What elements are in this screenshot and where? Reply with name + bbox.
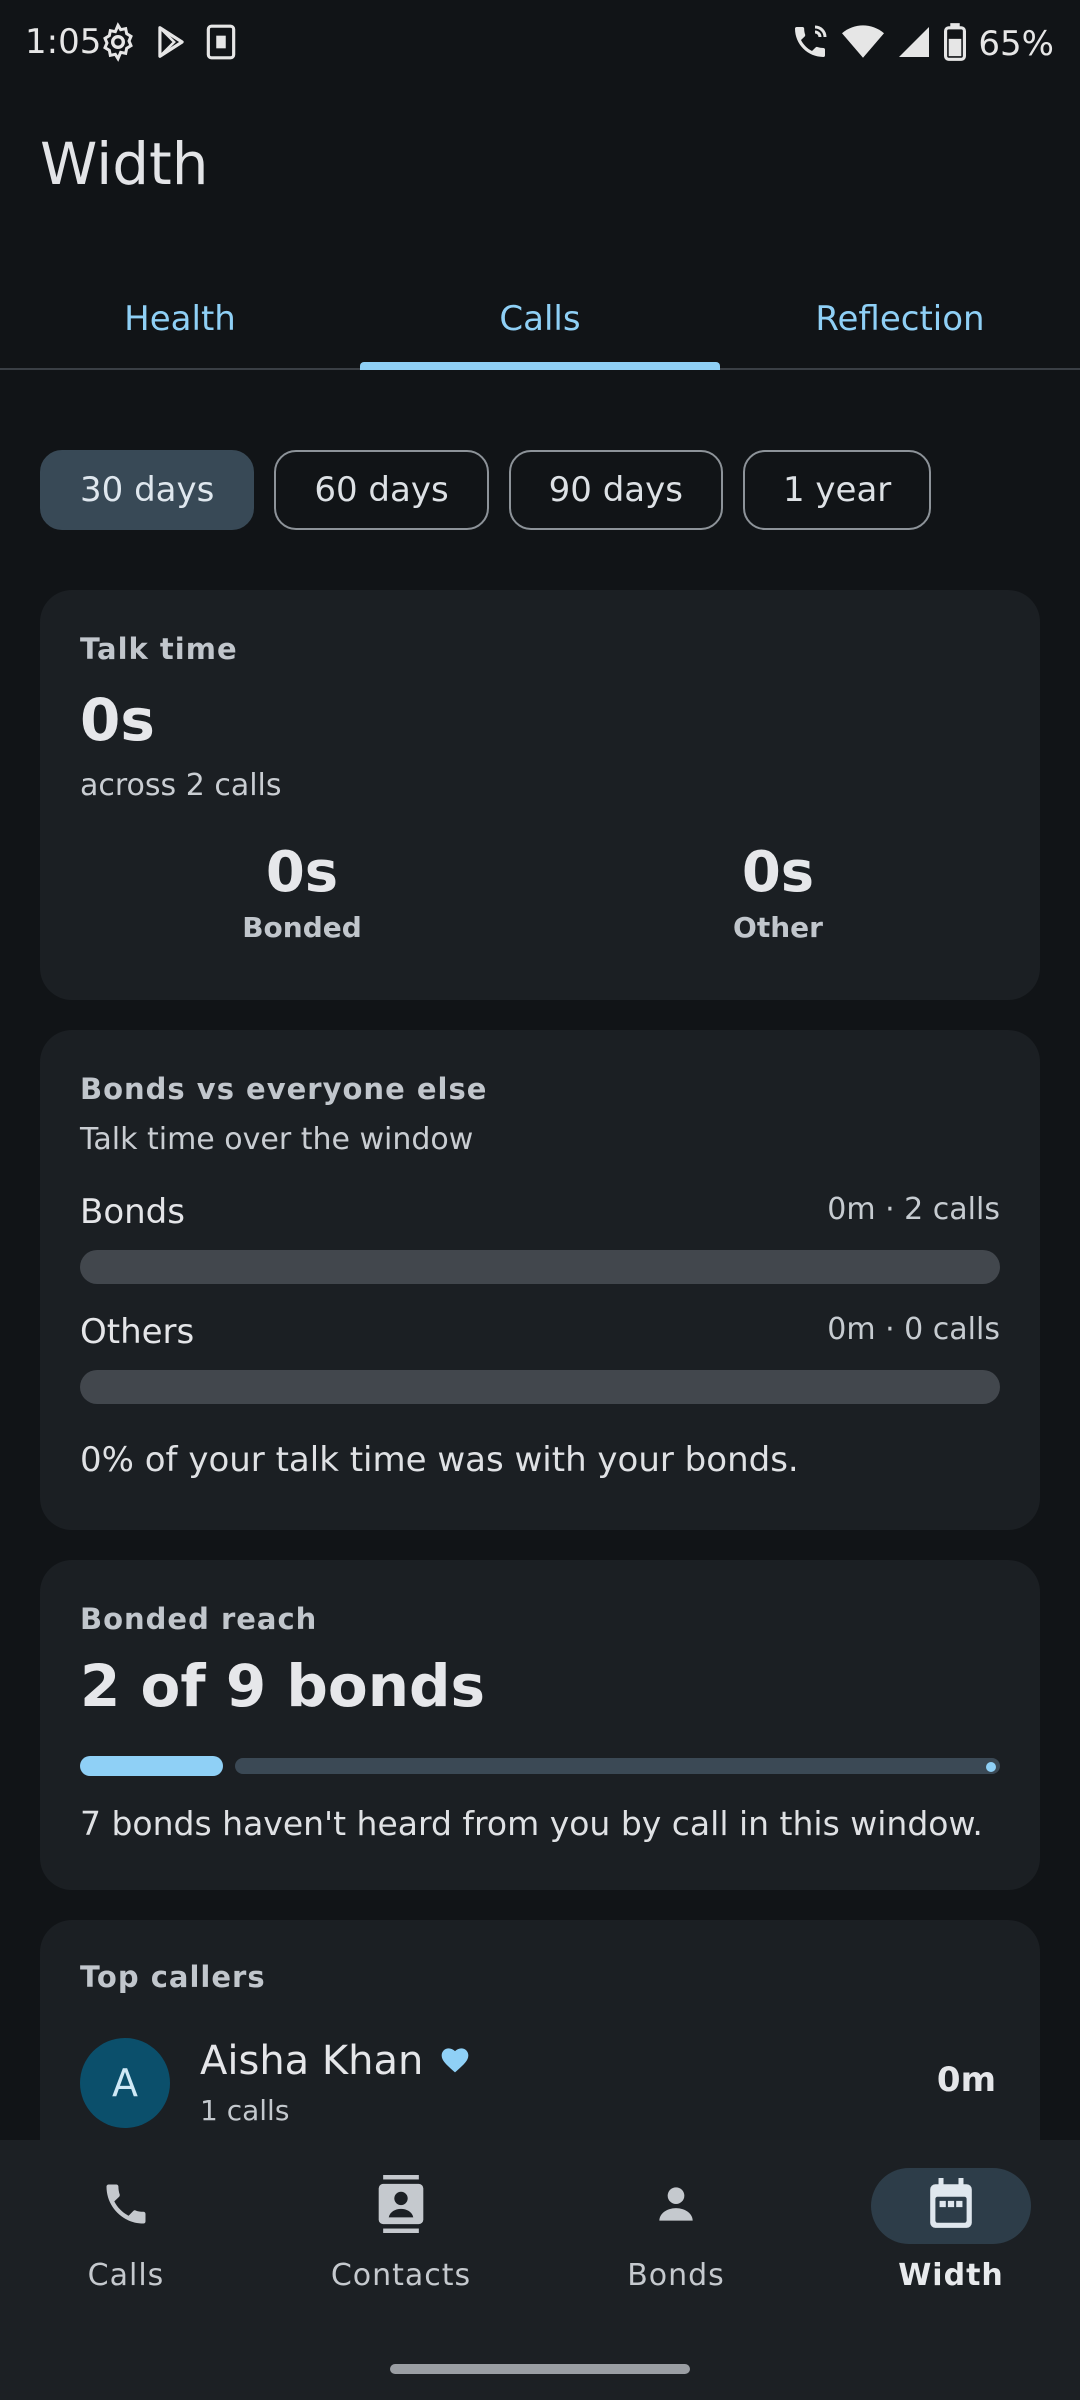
nav-contacts[interactable]: Contacts (291, 2168, 511, 2318)
top-callers-label: Top callers (80, 1960, 266, 1994)
others-bar (80, 1370, 1000, 1404)
bonded-reach-bar (80, 1756, 1000, 1776)
others-row-label: Others (80, 1312, 195, 1352)
bonds-bar (80, 1250, 1000, 1284)
bonded-reach-fill (80, 1756, 223, 1776)
bonds-row-label: Bonds (80, 1192, 185, 1232)
nav-bonds[interactable]: Bonds (566, 2168, 786, 2318)
contacts-icon (374, 2175, 428, 2237)
bonded-reach-remaining (235, 1758, 1000, 1774)
person-icon (651, 2179, 701, 2233)
bonded-reach-end-dot (986, 1762, 996, 1772)
list-item[interactable]: A Aisha Khan 1 calls 0m (80, 2038, 1000, 2138)
nav-calls[interactable]: Calls (16, 2168, 236, 2318)
talk-time-label: Talk time (80, 632, 238, 666)
others-row-meta: 0m · 0 calls (827, 1312, 1000, 1347)
play-store-icon (152, 23, 190, 65)
chip-60-days[interactable]: 60 days (274, 450, 489, 530)
other-split: 0s Other (628, 840, 928, 944)
calendar-icon (926, 2178, 976, 2234)
page-title: Width (40, 130, 209, 198)
talk-time-card: Talk time 0s across 2 calls 0s Bonded 0s… (40, 590, 1040, 1000)
bonds-vs-label: Bonds vs everyone else (80, 1072, 488, 1106)
battery-icon (944, 23, 967, 65)
nav-calls-label: Calls (87, 2258, 165, 2293)
sim-card-icon (204, 23, 238, 65)
bonded-label: Bonded (242, 911, 362, 944)
other-label: Other (733, 911, 823, 944)
phone-icon (100, 2178, 152, 2234)
wifi-calling-icon (790, 22, 830, 66)
tab-bar: Health Calls Reflection (0, 270, 1080, 370)
chip-90-days[interactable]: 90 days (508, 450, 723, 530)
chip-1-year[interactable]: 1 year (742, 450, 932, 530)
chip-30-days[interactable]: 30 days (40, 450, 255, 530)
tab-calls[interactable]: Calls (360, 270, 720, 370)
status-bar: 1:05 65% (0, 0, 1080, 88)
caller-calls: 1 calls (200, 2094, 290, 2127)
other-value: 0s (741, 840, 815, 905)
bonds-vs-card: Bonds vs everyone else Talk time over th… (40, 1030, 1040, 1530)
nav-contacts-label: Contacts (330, 2258, 472, 2293)
caller-name: Aisha Khan (200, 2038, 424, 2084)
avatar: A (80, 2038, 170, 2128)
bonds-row-meta: 0m · 2 calls (827, 1192, 1000, 1227)
range-chips: 30 days 60 days 90 days 1 year (40, 450, 932, 530)
talk-time-value: 0s (80, 686, 155, 754)
signal-icon (896, 24, 932, 64)
nav-width-label: Width (898, 2258, 1004, 2293)
heart-icon (439, 2038, 471, 2084)
gear-icon (98, 22, 138, 66)
bonds-summary: 0% of your talk time was with your bonds… (80, 1440, 799, 1480)
bonded-reach-note: 7 bonds haven't heard from you by call i… (80, 1804, 983, 1843)
nav-bonds-label: Bonds (627, 2258, 725, 2293)
status-time: 1:05 (25, 22, 102, 62)
bottom-navigation: Calls Contacts Bonds Width (0, 2140, 1080, 2400)
wifi-icon (842, 23, 885, 65)
bonded-reach-value: 2 of 9 bonds (80, 1652, 486, 1720)
caller-time: 0m (936, 2060, 996, 2100)
tab-health[interactable]: Health (0, 270, 360, 368)
tab-reflection[interactable]: Reflection (720, 270, 1080, 368)
talk-time-sub: across 2 calls (80, 768, 282, 803)
bonded-reach-label: Bonded reach (80, 1602, 318, 1636)
nav-width[interactable]: Width (841, 2168, 1061, 2318)
home-indicator[interactable] (390, 2364, 690, 2374)
battery-percent: 65% (978, 24, 1054, 64)
bonds-vs-sub: Talk time over the window (80, 1122, 474, 1157)
bonded-reach-card: Bonded reach 2 of 9 bonds 7 bonds haven'… (40, 1560, 1040, 1890)
bonded-split: 0s Bonded (152, 840, 452, 944)
bonded-value: 0s (265, 840, 339, 905)
